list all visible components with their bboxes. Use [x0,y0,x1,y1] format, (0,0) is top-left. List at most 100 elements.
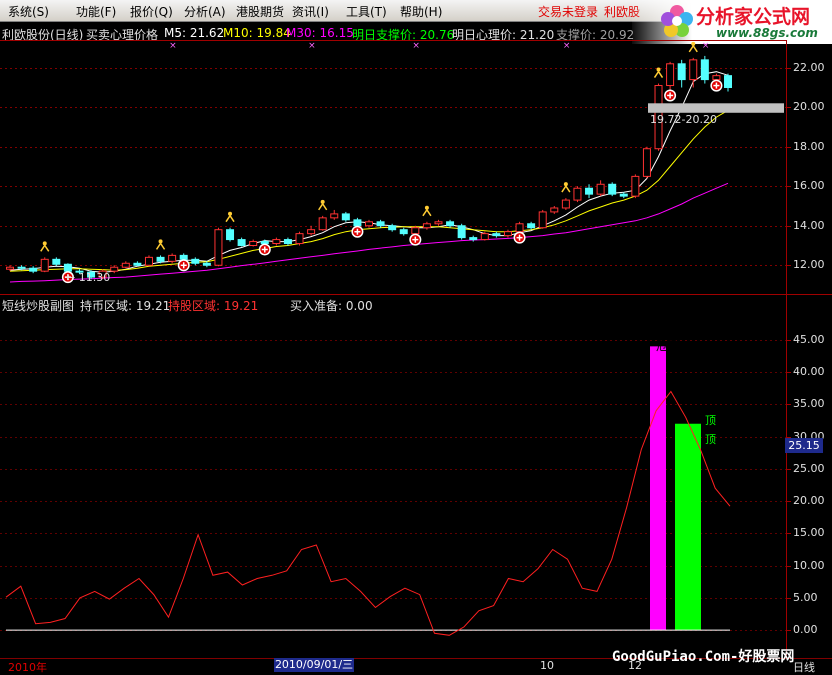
candle-body-down [202,262,211,266]
candle [214,227,223,267]
candle-body-up [642,148,651,177]
candle-body-up [631,175,640,197]
candle [133,261,142,267]
candle [573,186,582,203]
candle-body-up [168,254,177,262]
candle [399,227,408,236]
main-y-tick-label: 18.00 [793,139,825,153]
low-price-annotation: ← 11.30 [66,271,111,284]
candle [295,231,304,246]
buy-signal-icon [351,225,364,238]
main-y-tick-label: 14.00 [793,218,825,232]
candle-body-down [341,213,350,221]
candle-body-down [608,183,617,195]
buy-signal-icon [177,259,190,272]
candle-body-up [550,207,559,213]
candle [608,182,617,197]
candle [561,198,570,210]
candle [341,211,350,222]
runner-signal-icon [318,199,328,211]
candle-body-down [283,239,292,245]
ma-line-m5 [9,71,729,273]
candle [446,219,455,228]
candle [168,253,177,264]
candle [596,180,605,197]
sub-y-tick-label: 5.00 [793,590,818,604]
candle [307,225,316,236]
candle [388,223,397,232]
candle [434,219,443,226]
sub-y-tick-label: 25.00 [793,461,825,475]
candle [700,55,709,84]
runner-signal-icon [653,67,664,78]
candle-body-up [295,233,304,245]
candle-body-down [17,266,26,269]
candle [318,215,327,231]
candle [422,221,431,230]
candle-body-down [399,229,408,235]
site-watermark: GoodGuPiao.Com-好股票网 [612,649,795,665]
candle [249,239,258,247]
top-x-marker: × [308,41,316,51]
candle-body-down [353,219,362,227]
candle-body-down [29,267,38,272]
top-bar [675,423,701,631]
candle-body-up [712,75,721,81]
candle [619,192,628,199]
candle [272,237,281,246]
main-y-tick-label: 16.00 [793,178,825,192]
candle [503,229,512,238]
candle-body-up [411,227,420,235]
main-y-tick-label: 20.00 [793,99,825,113]
candle-body-up [538,211,547,229]
candle-body-down [260,241,269,245]
candle [469,235,478,242]
candle-body-up [6,266,14,270]
candle [40,257,49,273]
candle-body-up [121,262,130,268]
current-value-badge: 25.15 [785,438,823,453]
sub-y-tick-label: 15.00 [793,525,825,539]
candle-body-up [503,231,512,237]
candle-body-down [677,63,686,81]
candle [29,266,38,274]
runner-signal-icon [688,41,698,53]
candle [226,227,235,242]
candle-body-up [689,59,698,81]
sub-y-tick-label: 40.00 [793,364,825,378]
runner-signal-icon [561,182,571,193]
buy-signal-icon [513,231,526,244]
candle-body-down [52,258,61,265]
top-x-marker: × [702,41,710,51]
top-label-1: 顶 [705,414,716,427]
candle [237,237,246,247]
candle-body-down [585,187,594,195]
candle-body-up [434,221,443,225]
sub-y-tick-label: 45.00 [793,332,825,346]
candle-body-down [179,254,188,260]
sub-y-tick-label: 35.00 [793,396,825,410]
candle [457,223,466,240]
candle [724,73,732,92]
candle-body-up [144,256,153,266]
candle [492,231,501,238]
candle-body-up [596,183,605,195]
candle-body-down [226,229,235,241]
candle [191,257,200,266]
candle [666,61,675,92]
candle-body-down [388,225,397,231]
candle-body-down [492,233,501,237]
buy-signal-icon [258,243,271,256]
candle-body-down [191,258,200,264]
candle-body-down [619,193,628,197]
chart-canvas[interactable]: × × × × × [0,0,832,673]
cursor-date-box: 2010/09/01/三 [274,658,354,672]
sub-y-tick-label: 0.00 [793,622,818,636]
candle-body-up [307,229,316,235]
candle [330,209,339,220]
runner-signal-icon [40,241,50,252]
candle-body-up [561,199,570,209]
candle [642,146,651,179]
candle [121,261,130,269]
buy-signal-icon [664,89,677,102]
